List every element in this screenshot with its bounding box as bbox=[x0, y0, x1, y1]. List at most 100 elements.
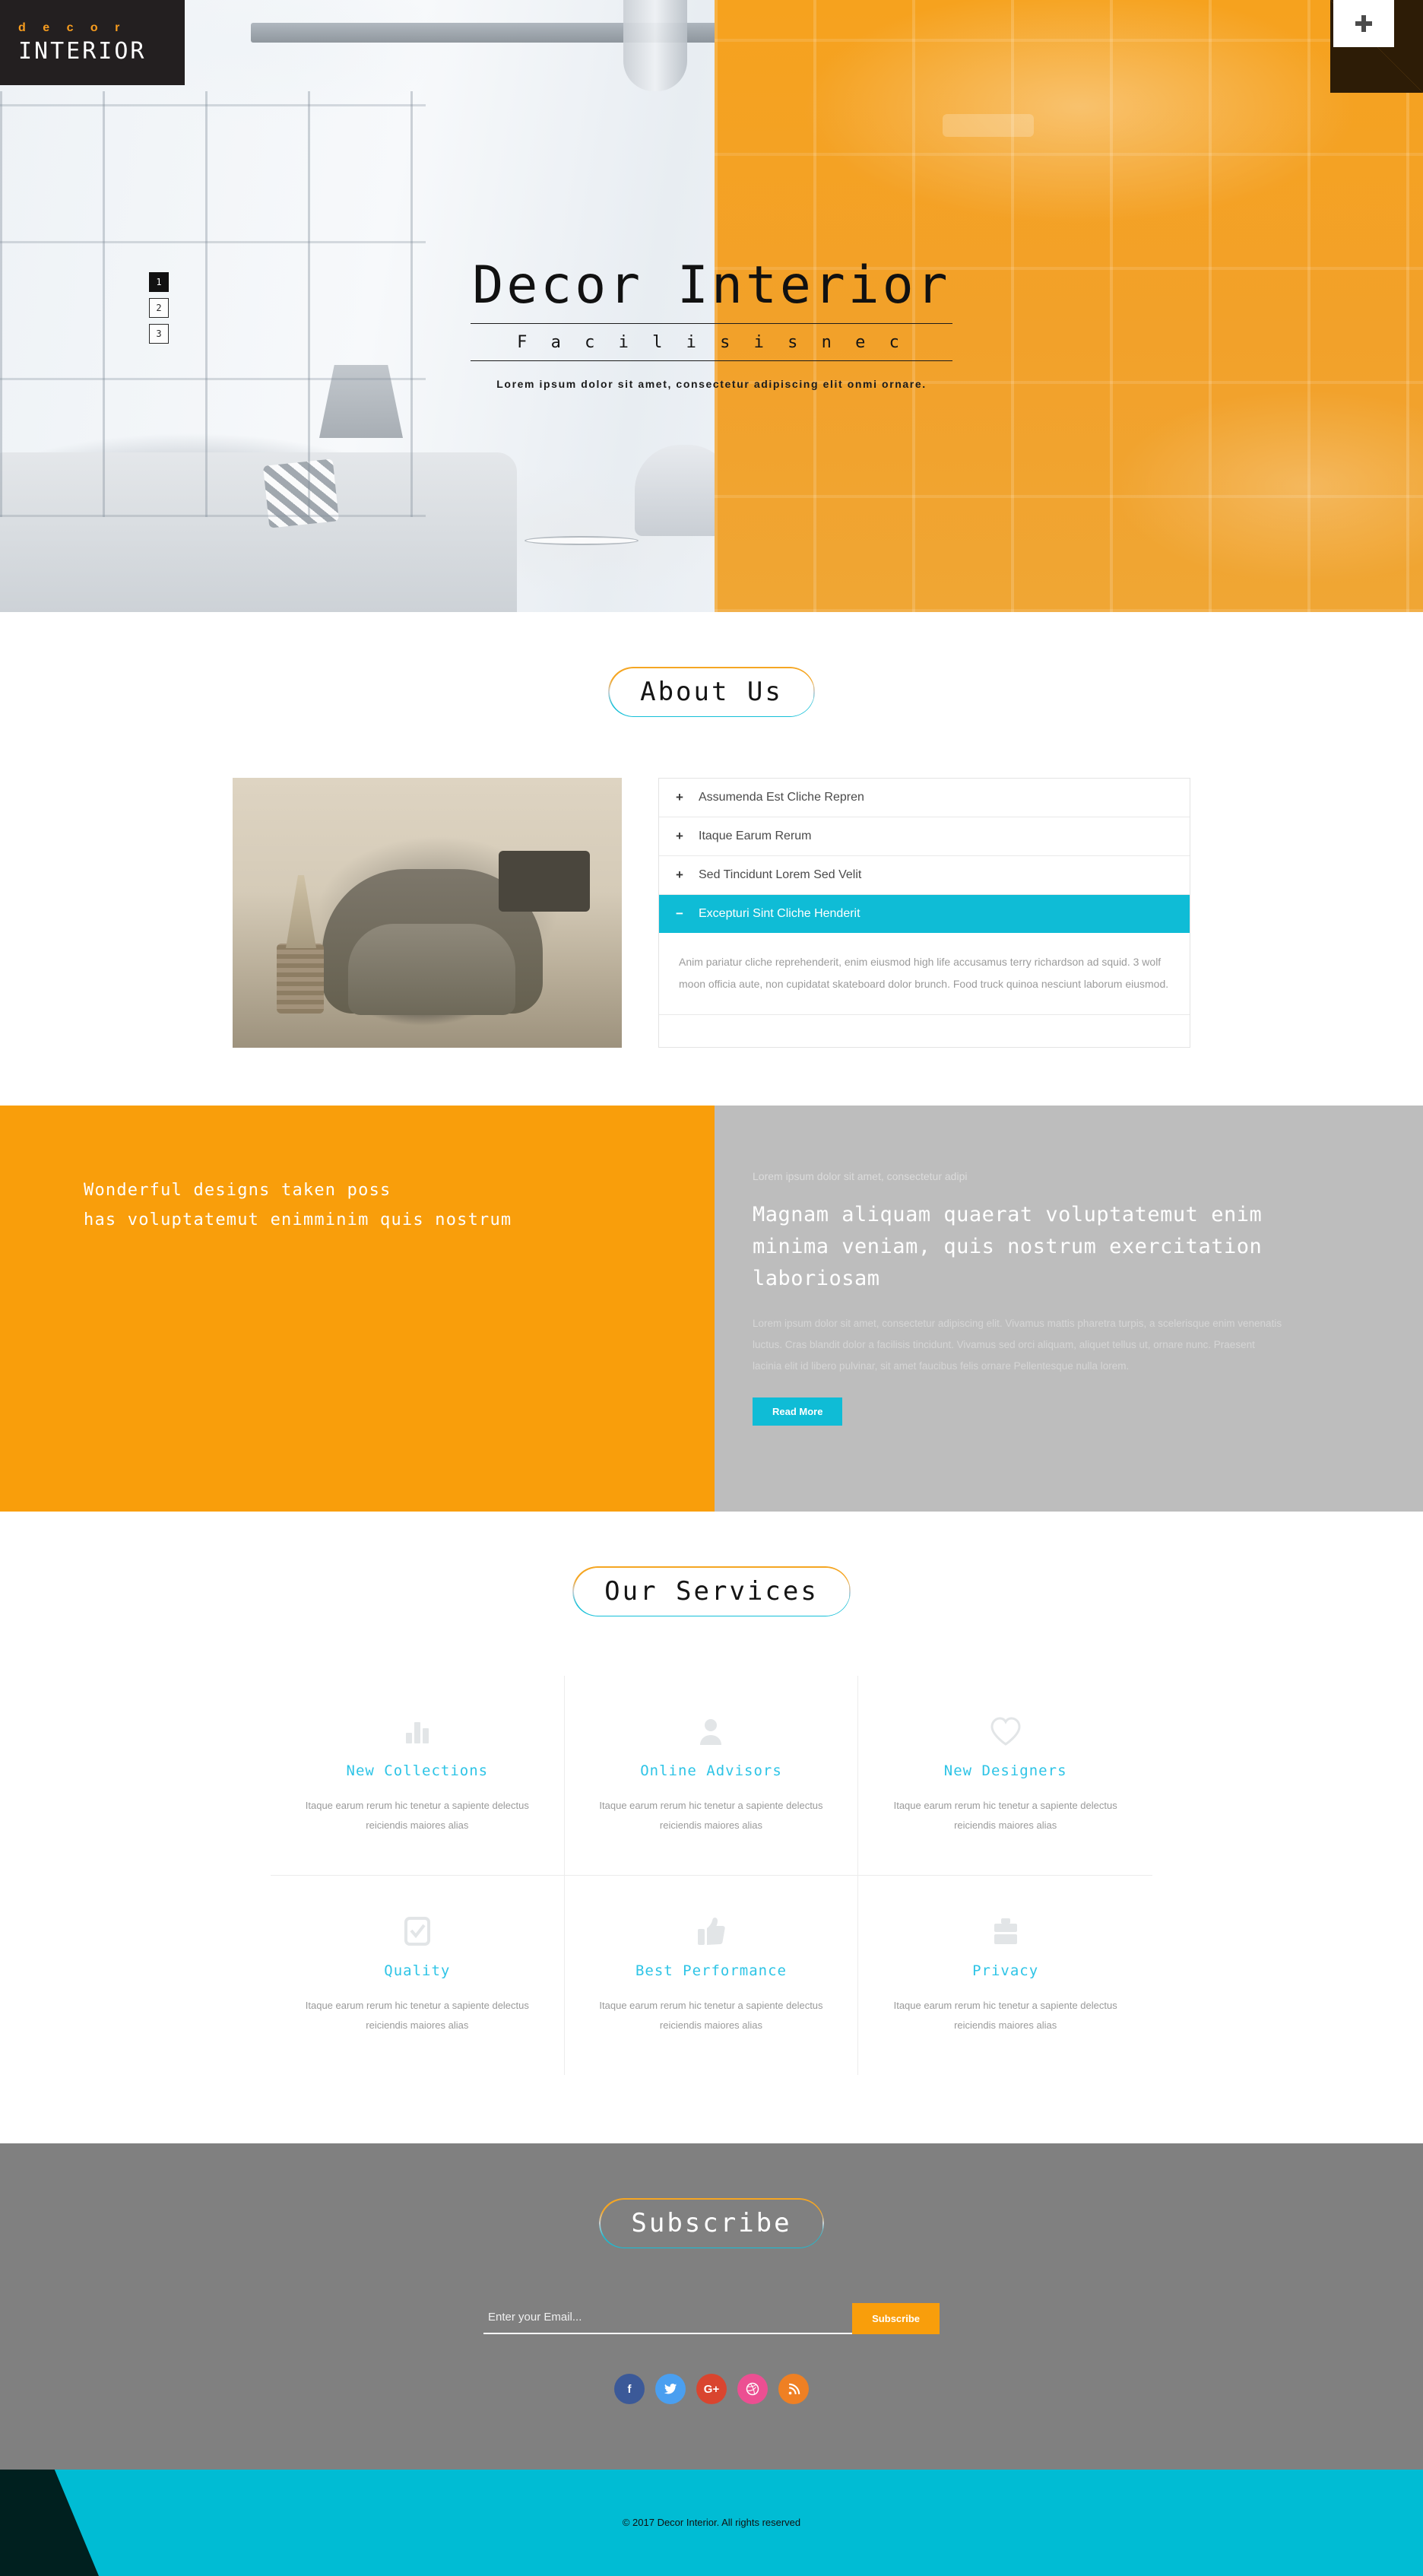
service-title: Online Advisors bbox=[640, 1762, 782, 1779]
about-heading-wrap: About Us bbox=[0, 612, 1423, 717]
plant-shape bbox=[286, 875, 316, 948]
service-card[interactable]: New Collections Itaque earum rerum hic t… bbox=[271, 1676, 565, 1876]
about-photo bbox=[233, 778, 622, 1048]
about-accordion[interactable]: + Assumenda Est Cliche Repren + Itaque E… bbox=[658, 778, 1190, 1048]
about-section: About Us + Assumenda Est Cliche Repren +… bbox=[0, 612, 1423, 1106]
rss-icon[interactable] bbox=[778, 2374, 809, 2404]
pillow-shape bbox=[499, 851, 590, 912]
promo-title: Magnam aliquam quaerat voluptatemut enim… bbox=[753, 1203, 1263, 1290]
services-grid: New Collections Itaque earum rerum hic t… bbox=[271, 1676, 1152, 2075]
accordion-body: Anim pariatur cliche reprehenderit, enim… bbox=[679, 956, 1169, 990]
services-heading-wrap: Our Services bbox=[0, 1512, 1423, 1616]
slider-pagination[interactable]: 1 2 3 bbox=[149, 272, 169, 344]
read-more-button[interactable]: Read More bbox=[753, 1397, 843, 1426]
user-icon bbox=[591, 1712, 832, 1750]
promo-right-panel: Lorem ipsum dolor sit amet, consectetur … bbox=[715, 1106, 1423, 1512]
minus-icon: − bbox=[676, 906, 683, 921]
social-links[interactable]: f G+ bbox=[0, 2374, 1423, 2404]
basket-shape bbox=[277, 944, 324, 1014]
about-heading-pill: About Us bbox=[608, 667, 815, 717]
armchair-seat-shape bbox=[348, 924, 515, 1015]
logo-bottom-text: INTERIOR bbox=[18, 37, 147, 65]
service-description: Itaque earum rerum hic tenetur a sapient… bbox=[893, 1800, 1117, 1831]
coffee-table bbox=[525, 536, 639, 545]
bar-chart-icon bbox=[296, 1712, 538, 1750]
services-section: Our Services New Collections Itaque earu… bbox=[0, 1512, 1423, 2143]
services-heading-pill: Our Services bbox=[572, 1566, 851, 1616]
accordion-label: Excepturi Sint Cliche Henderit bbox=[699, 907, 860, 920]
about-content-row: + Assumenda Est Cliche Repren + Itaque E… bbox=[0, 778, 1423, 1048]
facebook-icon[interactable]: f bbox=[614, 2374, 645, 2404]
promo-eyebrow: Lorem ipsum dolor sit amet, consectetur … bbox=[753, 1170, 968, 1182]
orange-lamp bbox=[943, 114, 1034, 137]
subscribe-button[interactable]: Subscribe bbox=[852, 2303, 940, 2334]
accordion-label: Itaque Earum Rerum bbox=[699, 830, 812, 842]
twitter-icon[interactable] bbox=[655, 2374, 686, 2404]
accordion-label: Assumenda Est Cliche Repren bbox=[699, 791, 864, 804]
hero-subtitle: F a c i l i s i s n e c bbox=[517, 333, 906, 353]
google-plus-icon[interactable]: G+ bbox=[696, 2374, 727, 2404]
services-heading-text: Our Services bbox=[604, 1576, 819, 1607]
plus-icon: + bbox=[676, 829, 683, 843]
service-card[interactable]: Quality Itaque earum rerum hic tenetur a… bbox=[271, 1876, 565, 2075]
accordion-item-active[interactable]: − Excepturi Sint Cliche Henderit Anim pa… bbox=[659, 895, 1190, 1016]
service-card[interactable]: Privacy Itaque earum rerum hic tenetur a… bbox=[858, 1876, 1152, 2075]
about-heading-text: About Us bbox=[640, 677, 783, 707]
slider-dot-3[interactable]: 3 bbox=[149, 324, 169, 344]
service-description: Itaque earum rerum hic tenetur a sapient… bbox=[305, 2000, 529, 2031]
dribbble-icon[interactable] bbox=[737, 2374, 768, 2404]
promo-section: Wonderful designs taken poss has volupta… bbox=[0, 1106, 1423, 1512]
accordion-header[interactable]: + Assumenda Est Cliche Repren bbox=[659, 779, 1190, 817]
heart-icon bbox=[884, 1712, 1127, 1750]
ceiling-vent bbox=[623, 0, 687, 91]
hero-subtitle-block: F a c i l i s i s n e c bbox=[471, 323, 952, 362]
logo-top-text: d e c o r bbox=[18, 21, 127, 34]
accordion-header[interactable]: + Sed Tincidunt Lorem Sed Velit bbox=[659, 856, 1190, 894]
hero-description: Lorem ipsum dolor sit amet, consectetur … bbox=[496, 378, 927, 391]
service-card[interactable]: New Designers Itaque earum rerum hic ten… bbox=[858, 1676, 1152, 1876]
service-description: Itaque earum rerum hic tenetur a sapient… bbox=[305, 1800, 529, 1831]
service-title: New Designers bbox=[943, 1762, 1067, 1779]
slider-dot-2[interactable]: 2 bbox=[149, 298, 169, 318]
service-title: New Collections bbox=[346, 1762, 489, 1779]
subscribe-heading-text: Subscribe bbox=[631, 2208, 792, 2238]
email-input[interactable] bbox=[483, 2303, 853, 2334]
hero-title: Decor Interior bbox=[472, 255, 951, 316]
accordion-item[interactable]: + Itaque Earum Rerum bbox=[659, 817, 1190, 856]
hero-caption: Decor Interior F a c i l i s i s n e c L… bbox=[0, 259, 1423, 390]
subscribe-form[interactable]: Subscribe bbox=[483, 2303, 940, 2334]
subscribe-heading-wrap: Subscribe bbox=[0, 2143, 1423, 2248]
plus-icon: + bbox=[676, 790, 683, 804]
hero-rule-bottom bbox=[471, 360, 952, 362]
site-logo[interactable]: d e c o r INTERIOR bbox=[0, 0, 185, 85]
promo-left-panel: Wonderful designs taken poss has volupta… bbox=[0, 1106, 715, 1512]
service-card[interactable]: Online Advisors Itaque earum rerum hic t… bbox=[564, 1676, 859, 1876]
promo-left-line-2: has voluptatemut enimminim quis nostrum bbox=[84, 1210, 512, 1229]
subscribe-section: Subscribe Subscribe f G+ bbox=[0, 2143, 1423, 2470]
sofa bbox=[0, 452, 517, 612]
check-box-icon bbox=[296, 1912, 538, 1950]
cushion bbox=[262, 458, 340, 528]
briefcase-icon bbox=[884, 1912, 1127, 1950]
service-title: Quality bbox=[384, 1962, 451, 1979]
service-description: Itaque earum rerum hic tenetur a sapient… bbox=[893, 2000, 1117, 2031]
copyright-text: © 2017 Decor Interior. All rights reserv… bbox=[622, 2517, 801, 2528]
service-description: Itaque earum rerum hic tenetur a sapient… bbox=[599, 2000, 823, 2031]
slider-dot-1[interactable]: 1 bbox=[149, 272, 169, 292]
subscribe-heading-pill: Subscribe bbox=[599, 2198, 823, 2248]
menu-toggle-button[interactable] bbox=[1333, 0, 1394, 47]
accordion-item[interactable]: + Assumenda Est Cliche Repren bbox=[659, 779, 1190, 817]
site-footer: © 2017 Decor Interior. All rights reserv… bbox=[0, 2470, 1423, 2576]
service-title: Privacy bbox=[972, 1962, 1039, 1979]
service-description: Itaque earum rerum hic tenetur a sapient… bbox=[599, 1800, 823, 1831]
promo-left-line-1: Wonderful designs taken poss bbox=[84, 1181, 391, 1200]
plus-icon bbox=[1355, 15, 1372, 32]
accordion-item[interactable]: + Sed Tincidunt Lorem Sed Velit bbox=[659, 856, 1190, 895]
service-title: Best Performance bbox=[635, 1962, 787, 1979]
service-card[interactable]: Best Performance Itaque earum rerum hic … bbox=[565, 1876, 859, 2075]
accordion-header-active[interactable]: − Excepturi Sint Cliche Henderit bbox=[659, 895, 1190, 933]
accordion-header[interactable]: + Itaque Earum Rerum bbox=[659, 817, 1190, 855]
promo-body: Lorem ipsum dolor sit amet, consectetur … bbox=[753, 1317, 1282, 1372]
hero-section: d e c o r INTERIOR 1 2 3 Decor Interior … bbox=[0, 0, 1423, 612]
accordion-label: Sed Tincidunt Lorem Sed Velit bbox=[699, 868, 862, 881]
